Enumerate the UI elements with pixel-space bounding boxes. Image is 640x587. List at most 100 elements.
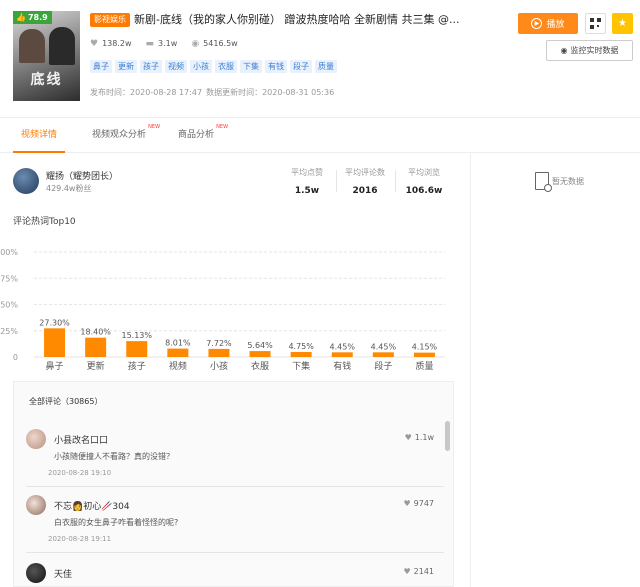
heart-icon: ♥: [404, 433, 412, 442]
favorite-button[interactable]: ★: [612, 13, 633, 34]
tab-label: 商品分析: [178, 130, 215, 140]
comment-icon: ▬: [145, 39, 155, 49]
tab-label: 视频观众分析: [92, 130, 147, 140]
comment-likes: ♥ 1.1w: [405, 433, 434, 442]
author-name[interactable]: 耀扬（耀势团长）: [46, 169, 118, 182]
tab-video-details[interactable]: 视频详情: [13, 118, 65, 153]
bar: [413, 352, 435, 357]
comment-text: 小孩随便撞人不看路？真的没错？: [54, 452, 174, 461]
tag[interactable]: 质量: [315, 60, 337, 73]
monitor-label: 监控实时数据: [570, 46, 619, 55]
tab-product-analysis[interactable]: 商品分析 NEW: [178, 118, 228, 153]
tag[interactable]: 衣服: [215, 60, 237, 73]
hot-words-chart: 0 25% 50% 75% 100% 27.30% 鼻子 18.40% 更新 15.13% 孩子 8.…: [0, 248, 445, 372]
hot-words-title: 评论热词Top10: [13, 217, 76, 227]
bar: [372, 352, 394, 357]
comment-avatar[interactable]: [26, 563, 46, 583]
comment-author[interactable]: 不忘👩初心🥢304: [54, 499, 130, 512]
thumbs-up-icon: 👍: [16, 13, 26, 22]
bar-value-label: 4.75%: [288, 342, 314, 351]
comments-scrollbar[interactable]: [445, 421, 450, 451]
bar: [167, 348, 189, 357]
x-tick-label: 孩子: [128, 360, 146, 372]
bar: [44, 328, 66, 357]
comment-item: 小县改名口口 小孩随便撞人不看路？真的没错？ 2020-08-28 19:10 …: [26, 429, 444, 487]
thumbnail-figure-left: [19, 29, 45, 63]
star-icon: ★: [618, 18, 627, 29]
bar: [126, 341, 148, 357]
x-tick-label: 鼻子: [46, 360, 64, 372]
bar: [85, 337, 107, 357]
video-thumbnail[interactable]: 👍 78.9 底线: [13, 11, 80, 101]
author-avatar[interactable]: [13, 168, 39, 194]
no-data-text: 暂无数据: [552, 176, 584, 186]
likes-stat: ♥ 138.2w: [90, 38, 132, 50]
heart-icon: ♥: [90, 39, 99, 49]
tag[interactable]: 更新: [115, 60, 137, 73]
metric-label: 平均浏览: [408, 168, 440, 177]
bar-value-label: 27.30%: [39, 318, 70, 327]
bar: [290, 352, 312, 357]
y-tick-label: 25%: [0, 327, 18, 336]
tag[interactable]: 段子: [290, 60, 312, 73]
qr-code-button[interactable]: [585, 13, 606, 34]
metric-value: 2016: [352, 186, 378, 196]
tag[interactable]: 有钱: [265, 60, 287, 73]
metric-value: 1.5w: [294, 186, 320, 196]
comment-text: 白衣服的女生鼻子咋看着怪怪的呢?: [54, 518, 179, 527]
bar-value-label: 18.40%: [80, 328, 111, 337]
comment-item: 天佳 ♥ 2141: [26, 563, 444, 587]
metric-label: 平均点赞: [291, 168, 323, 177]
y-tick-label: 0: [13, 353, 18, 362]
bar: [249, 351, 271, 357]
comment-author[interactable]: 小县改名口口: [54, 433, 108, 446]
date-info: 发布时间：2020-08-28 17:47 数据更新时间：2020-08-31 …: [90, 87, 334, 98]
comments-panel: 全部评论（30865） 小县改名口口 小孩随便撞人不看路？真的没错？ 2020-…: [13, 381, 454, 587]
comment-avatar[interactable]: [26, 429, 46, 449]
bar-value-label: 15.13%: [121, 331, 152, 340]
bar: [208, 348, 230, 357]
metric-avg-views: 平均浏览 106.6w: [399, 167, 449, 196]
comment-author[interactable]: 天佳: [54, 567, 72, 580]
monitor-realtime-button[interactable]: ◉ 监控实时数据: [546, 40, 633, 61]
tab-label: 视频详情: [20, 130, 57, 140]
comments-header: 全部评论（30865）: [29, 397, 103, 406]
document-search-icon: [535, 172, 552, 192]
video-title[interactable]: 新剧-底线（我的家人你别碰） 蹭波热度哈哈 全新剧情 共三集 @...: [134, 12, 474, 28]
comment-like-count: 1.1w: [414, 433, 434, 442]
tab-bar: 视频详情 视频观众分析 NEW 商品分析 NEW: [0, 117, 640, 153]
bar-value-label: 8.01%: [165, 339, 191, 348]
heart-icon: ♥: [403, 499, 411, 508]
tag[interactable]: 孩子: [140, 60, 162, 73]
category-tag: 影视娱乐: [90, 13, 130, 27]
comment-likes: ♥ 2141: [403, 567, 434, 576]
thumbnail-figure-right: [49, 27, 75, 65]
score-value: 78.9: [27, 13, 48, 22]
comment-avatar[interactable]: [26, 495, 46, 515]
tag[interactable]: 小孩: [190, 60, 212, 73]
divider: [395, 170, 396, 192]
tag[interactable]: 视频: [165, 60, 187, 73]
new-badge: NEW: [148, 124, 161, 130]
likes-count: 138.2w: [102, 39, 132, 48]
tag[interactable]: 下集: [240, 60, 262, 73]
metric-value: 106.6w: [405, 186, 443, 196]
tag[interactable]: 鼻子: [90, 60, 112, 73]
y-tick-label: 100%: [0, 248, 18, 257]
divider: [336, 170, 337, 192]
bar-value-label: 4.45%: [330, 342, 356, 351]
comment-date: 2020-08-28 19:11: [48, 535, 112, 543]
comment-like-count: 2141: [413, 567, 434, 576]
bar-value-label: 4.45%: [371, 342, 397, 351]
metric-avg-comments: 平均评论数 2016: [340, 167, 390, 196]
thumbnail-title: 底线: [30, 72, 63, 88]
bar-value-label: 4.15%: [412, 343, 438, 352]
right-panel: [470, 153, 640, 587]
play-button[interactable]: ▶ 播放: [518, 13, 578, 34]
comment-likes: ♥ 9747: [403, 499, 434, 508]
comments-count: 3.1w: [158, 39, 178, 48]
x-tick-label: 质量: [415, 360, 433, 372]
tab-audience-analysis[interactable]: 视频观众分析 NEW: [92, 118, 160, 153]
new-badge: NEW: [216, 124, 229, 130]
update-time: 数据更新时间：2020-08-31 05:36: [206, 88, 335, 97]
